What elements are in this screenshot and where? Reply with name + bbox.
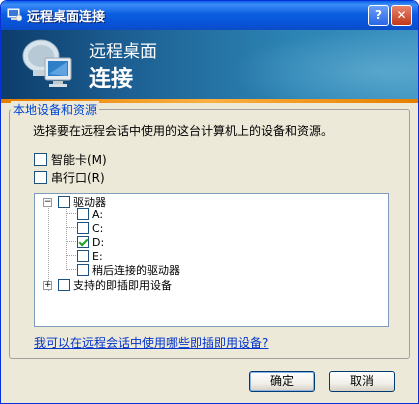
pnp-help-link[interactable]: 我可以在远程会话中使用哪些即插即用设备? xyxy=(34,334,268,351)
tree-node-drive-e[interactable]: E: xyxy=(77,249,103,263)
pnp-devices-checkbox[interactable] xyxy=(58,279,70,291)
tree-line xyxy=(66,213,76,214)
smart-card-label[interactable]: 智能卡(M) xyxy=(51,151,107,168)
header-banner: 远程桌面 连接 xyxy=(1,30,418,99)
drive-c-checkbox[interactable] xyxy=(77,222,89,234)
device-tree[interactable]: − 驱动器 A: C: D: E: 稍后连接的驱动器 + 支持的即插即用设备 xyxy=(34,193,389,327)
cancel-button[interactable]: 取消 xyxy=(329,371,395,392)
tree-node-label[interactable]: D: xyxy=(92,236,104,249)
tree-node-label[interactable]: 稍后连接的驱动器 xyxy=(92,262,180,278)
ok-button[interactable]: 确定 xyxy=(249,371,315,392)
help-button[interactable]: ? xyxy=(368,5,389,26)
tree-line xyxy=(66,227,76,228)
tree-node-drive-c[interactable]: C: xyxy=(77,221,103,235)
serial-port-checkbox[interactable] xyxy=(34,170,47,184)
tree-node-pnp-devices[interactable]: + 支持的即插即用设备 xyxy=(43,278,172,292)
collapse-icon[interactable]: − xyxy=(43,197,52,207)
title-bar[interactable]: 远程桌面连接 ? ✕ xyxy=(1,1,418,30)
tree-line xyxy=(66,206,67,268)
window-title: 远程桌面连接 xyxy=(27,10,106,25)
drive-e-checkbox[interactable] xyxy=(77,250,89,262)
banner-glow xyxy=(228,30,418,99)
drive-d-checkbox[interactable] xyxy=(77,236,89,248)
smart-card-checkbox[interactable] xyxy=(34,152,47,166)
serial-port-label[interactable]: 串行口(R) xyxy=(51,169,105,186)
group-title: 本地设备和资源 xyxy=(11,101,100,118)
tree-line xyxy=(66,241,76,242)
tree-node-label[interactable]: 支持的即插即用设备 xyxy=(73,277,172,293)
close-icon: ✕ xyxy=(396,8,407,22)
tree-node-label[interactable]: E: xyxy=(92,250,103,263)
expand-icon[interactable]: + xyxy=(43,280,52,290)
computer-monitor-icon xyxy=(22,39,72,87)
tree-line xyxy=(66,255,76,256)
tree-node-later-drives[interactable]: 稍后连接的驱动器 xyxy=(77,263,180,277)
tree-line xyxy=(66,269,76,270)
banner-title-line2: 连接 xyxy=(89,67,134,92)
tree-node-drive-d[interactable]: D: xyxy=(77,235,104,249)
group-description: 选择要在远程会话中使用的这台计算机上的设备和资源。 xyxy=(33,124,334,138)
serial-port-option[interactable]: 串行口(R) xyxy=(34,169,105,186)
help-icon: ? xyxy=(375,8,382,22)
drives-checkbox[interactable] xyxy=(58,196,70,208)
close-button[interactable]: ✕ xyxy=(391,5,412,26)
banner-title-line1: 远程桌面 xyxy=(89,42,157,62)
tree-node-label[interactable]: A: xyxy=(92,208,103,221)
remote-desktop-icon xyxy=(7,8,22,22)
remote-desktop-dialog: 远程桌面连接 ? ✕ 远程桌面 连接 本地设备和资源 选择要在远程会话中使用的这… xyxy=(0,0,419,404)
smart-card-option[interactable]: 智能卡(M) xyxy=(34,151,107,168)
tree-node-drive-a[interactable]: A: xyxy=(77,207,103,221)
tree-node-label[interactable]: C: xyxy=(92,222,103,235)
drive-a-checkbox[interactable] xyxy=(77,208,89,220)
later-drives-checkbox[interactable] xyxy=(77,264,89,276)
